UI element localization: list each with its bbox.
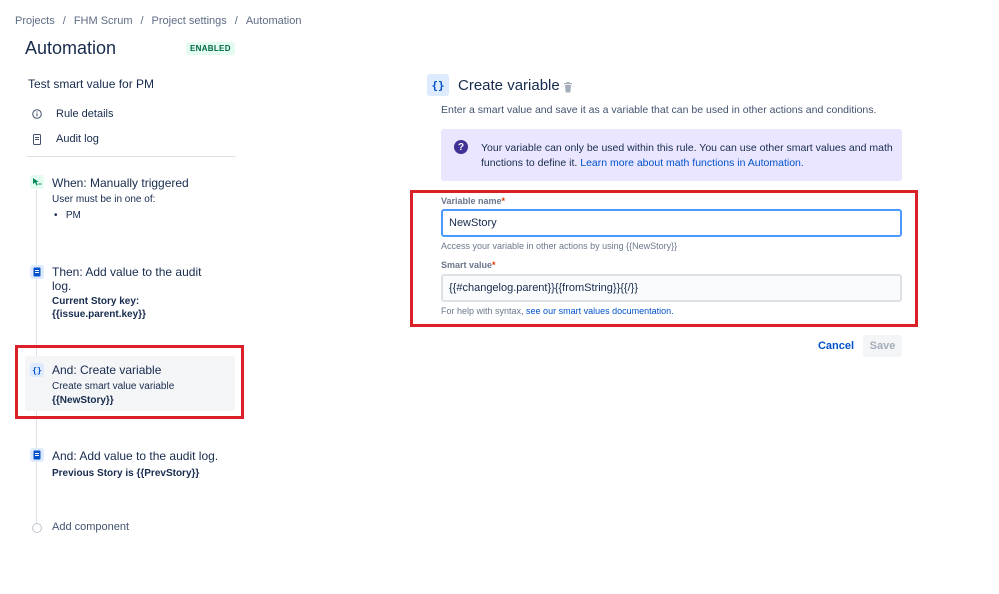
add-component-dot [32, 523, 42, 533]
step-audit-2[interactable]: And: Add value to the audit log. Previou… [52, 449, 218, 480]
info-panel: ? Your variable can only be used within … [441, 129, 902, 181]
info-icon [32, 109, 42, 119]
audit-log-icon [30, 448, 44, 462]
step-trigger-title: When: Manually triggered [52, 176, 189, 190]
save-button[interactable]: Save [863, 335, 902, 357]
breadcrumb-project-settings[interactable]: Project settings [152, 15, 227, 27]
step-audit-2-message: Previous Story is {{PrevStory}} [52, 468, 200, 479]
step-trigger-condition: User must be in one of: [52, 194, 156, 205]
breadcrumb-separator: / [62, 15, 66, 27]
breadcrumb: Projects / FHM Scrum / Project settings … [15, 15, 301, 27]
highlight-box-step [15, 345, 244, 419]
nav-audit-log[interactable]: Audit log [32, 133, 99, 145]
breadcrumb-separator: / [234, 15, 238, 27]
trash-icon[interactable] [563, 80, 573, 93]
manual-trigger-icon [30, 175, 44, 189]
add-component-button[interactable]: Add component [52, 521, 129, 533]
bullet-dot: • [54, 210, 58, 221]
page-title: Automation [25, 38, 117, 58]
step-audit-1-value: {{issue.parent.key}} [52, 309, 146, 320]
breadcrumb-project[interactable]: FHM Scrum [74, 15, 133, 27]
step-trigger-group: PM [65, 210, 81, 221]
step-trigger-bullet: • PM [52, 209, 189, 223]
question-icon: ? [454, 140, 468, 154]
panel-description: Enter a smart value and save it as a var… [441, 104, 877, 116]
breadcrumb-projects[interactable]: Projects [15, 15, 55, 27]
step-trigger[interactable]: When: Manually triggered User must be in… [52, 176, 189, 223]
highlight-box-fields [410, 190, 918, 327]
breadcrumb-automation[interactable]: Automation [246, 15, 302, 27]
rule-name: Test smart value for PM [28, 77, 155, 91]
nav-rule-details-label: Rule details [56, 108, 114, 120]
audit-log-icon [30, 265, 44, 279]
breadcrumb-separator: / [140, 15, 144, 27]
nav-audit-log-label: Audit log [56, 133, 99, 145]
math-functions-link[interactable]: Learn more about math functions in Autom… [580, 157, 804, 169]
step-audit-1[interactable]: Then: Add value to the audit log. Curren… [52, 265, 201, 321]
cancel-button[interactable]: Cancel [814, 336, 858, 356]
panel-title: Create variable [458, 77, 560, 94]
curly-braces-icon: {} [427, 74, 449, 96]
step-audit-2-title: And: Add value to the audit log. [52, 449, 219, 463]
status-badge: ENABLED [186, 42, 235, 55]
step-audit-1-title-cont: log. [52, 279, 72, 293]
step-audit-1-title: Then: Add value to the audit [52, 265, 202, 279]
step-audit-1-message: Current Story key: [52, 296, 140, 307]
nav-rule-details[interactable]: Rule details [32, 108, 113, 120]
info-text: Your variable can only be used within th… [481, 141, 896, 171]
document-icon [32, 134, 42, 145]
sidebar-divider [27, 156, 236, 157]
